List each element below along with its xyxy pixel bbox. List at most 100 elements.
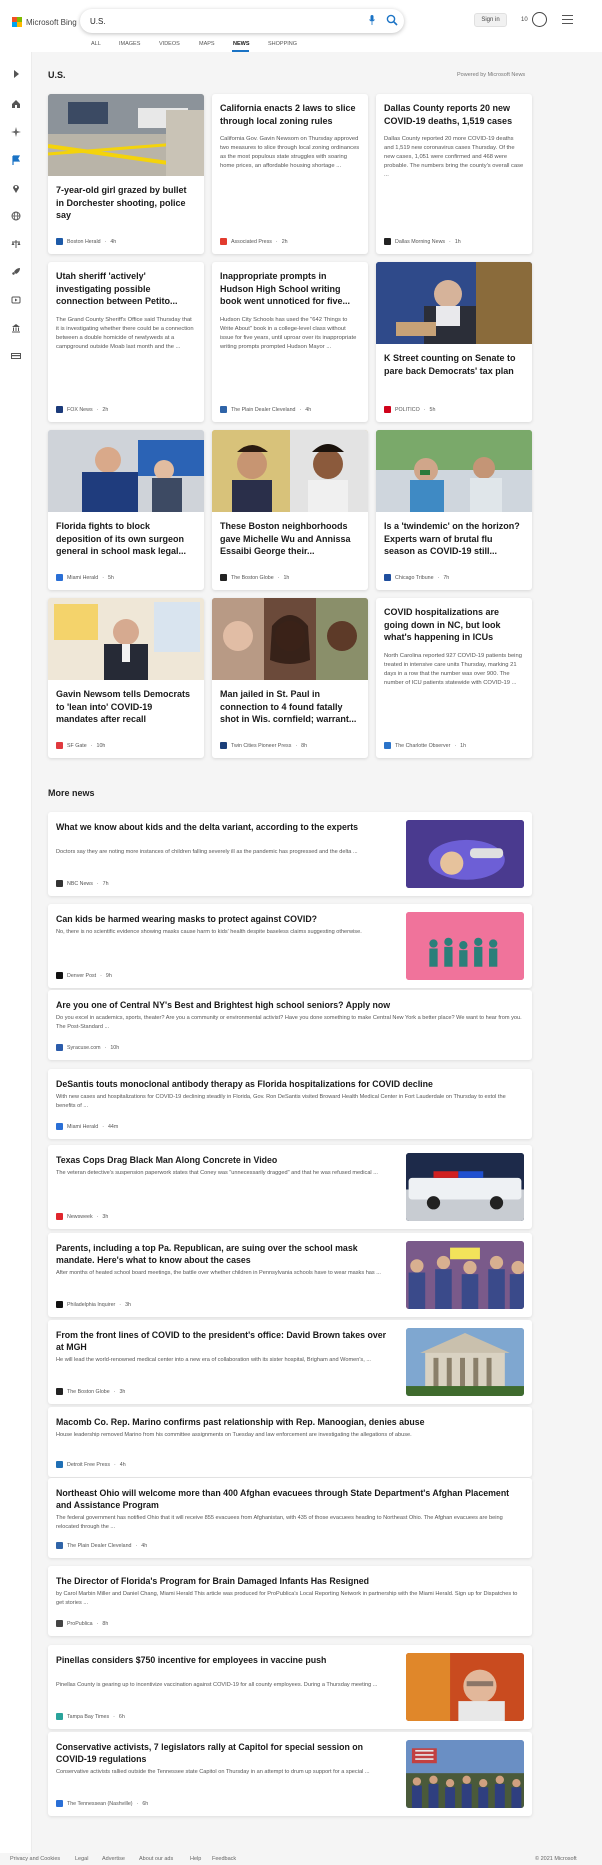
more-news-title[interactable]: What we know about kids and the delta va… bbox=[56, 821, 396, 833]
more-news-title[interactable]: Pinellas considers $750 incentive for em… bbox=[56, 1654, 396, 1666]
tab-images[interactable]: IMAGES bbox=[119, 41, 140, 47]
more-news-item[interactable]: Macomb Co. Rep. Marino confirms past rel… bbox=[48, 1407, 532, 1477]
tab-maps[interactable]: MAPS bbox=[199, 41, 215, 47]
news-card[interactable]: Florida fights to block deposition of it… bbox=[48, 430, 204, 590]
more-news-source[interactable]: The Plain Dealer Cleveland · 4h bbox=[56, 1542, 147, 1549]
footer-link-help[interactable]: Help bbox=[190, 1856, 201, 1862]
news-card-title[interactable]: 7-year-old girl grazed by bullet in Dorc… bbox=[48, 176, 204, 222]
news-card-title[interactable]: COVID hospitalizations are going down in… bbox=[376, 598, 532, 644]
more-news-thumbnail[interactable] bbox=[406, 1740, 524, 1808]
more-news-source[interactable]: Tampa Bay Times · 6h bbox=[56, 1713, 125, 1720]
news-card-title[interactable]: Inappropriate prompts in Hudson High Sch… bbox=[212, 262, 368, 308]
globe-icon[interactable] bbox=[11, 208, 21, 221]
news-card-title[interactable]: Utah sheriff 'actively' investigating po… bbox=[48, 262, 204, 308]
money-icon[interactable] bbox=[11, 348, 21, 359]
news-card-source[interactable]: The Boston Globe · 1h bbox=[220, 574, 289, 581]
more-news-item[interactable]: Conservative activists, 7 legislators ra… bbox=[48, 1732, 532, 1816]
more-news-item[interactable]: The Director of Florida's Program for Br… bbox=[48, 1566, 532, 1636]
more-news-source[interactable]: Philadelphia Inquirer · 3h bbox=[56, 1301, 131, 1308]
more-news-title[interactable]: DeSantis touts monoclonal antibody thera… bbox=[56, 1078, 524, 1090]
more-news-source[interactable]: Newsweek · 3h bbox=[56, 1213, 108, 1220]
more-news-thumbnail[interactable] bbox=[406, 912, 524, 980]
news-card[interactable]: COVID hospitalizations are going down in… bbox=[376, 598, 532, 758]
scales-icon[interactable] bbox=[11, 236, 21, 248]
news-card-source[interactable]: Associated Press · 2h bbox=[220, 238, 288, 245]
sparkle-icon[interactable] bbox=[11, 124, 21, 137]
hamburger-menu-icon[interactable] bbox=[562, 15, 573, 24]
more-news-title[interactable]: Texas Cops Drag Black Man Along Concrete… bbox=[56, 1154, 396, 1166]
more-news-item[interactable]: Northeast Ohio will welcome more than 40… bbox=[48, 1478, 532, 1558]
more-news-source[interactable]: Detroit Free Press · 4h bbox=[56, 1461, 126, 1468]
news-card[interactable]: These Boston neighborhoods gave Michelle… bbox=[212, 430, 368, 590]
more-news-thumbnail[interactable] bbox=[406, 1241, 524, 1309]
bing-logo[interactable]: Microsoft Bing bbox=[12, 15, 77, 29]
more-news-source[interactable]: NBC News · 7h bbox=[56, 880, 109, 887]
rewards-points[interactable]: 10 bbox=[521, 17, 528, 23]
microphone-icon[interactable] bbox=[369, 15, 375, 25]
search-icon[interactable] bbox=[386, 14, 398, 26]
news-card-title[interactable]: Gavin Newsom tells Democrats to 'lean in… bbox=[48, 680, 204, 726]
more-news-source[interactable]: Miami Herald · 44m bbox=[56, 1123, 118, 1130]
rocket-icon[interactable] bbox=[11, 264, 21, 275]
news-card[interactable]: Man jailed in St. Paul in connection to … bbox=[212, 598, 368, 758]
news-card[interactable]: Inappropriate prompts in Hudson High Sch… bbox=[212, 262, 368, 422]
rewards-medal-icon[interactable] bbox=[532, 12, 547, 27]
more-news-item[interactable]: Parents, including a top Pa. Republican,… bbox=[48, 1233, 532, 1317]
more-news-title[interactable]: From the front lines of COVID to the pre… bbox=[56, 1329, 396, 1353]
sign-in-button[interactable]: Sign in bbox=[474, 13, 507, 27]
more-news-thumbnail[interactable] bbox=[406, 1153, 524, 1221]
more-news-title[interactable]: Parents, including a top Pa. Republican,… bbox=[56, 1242, 396, 1266]
news-card-image[interactable] bbox=[376, 430, 532, 512]
news-card-source[interactable]: The Plain Dealer Cleveland · 4h bbox=[220, 406, 311, 413]
more-news-source[interactable]: The Boston Globe · 3h bbox=[56, 1388, 125, 1395]
more-news-source[interactable]: Syracuse.com · 10h bbox=[56, 1044, 119, 1051]
video-icon[interactable] bbox=[11, 292, 21, 304]
news-card-image[interactable] bbox=[48, 430, 204, 512]
home-icon[interactable] bbox=[11, 96, 21, 108]
news-card-title[interactable]: Is a 'twindemic' on the horizon? Experts… bbox=[376, 512, 532, 558]
news-card[interactable]: K Street counting on Senate to pare back… bbox=[376, 262, 532, 422]
news-card-image[interactable] bbox=[212, 598, 368, 680]
news-card-source[interactable]: Chicago Tribune · 7h bbox=[384, 574, 449, 581]
more-news-item[interactable]: What we know about kids and the delta va… bbox=[48, 812, 532, 896]
more-news-source[interactable]: Denver Post · 9h bbox=[56, 972, 112, 979]
news-card[interactable]: Dallas County reports 20 new COVID-19 de… bbox=[376, 94, 532, 254]
news-card-image[interactable] bbox=[376, 262, 532, 344]
news-card-title[interactable]: Florida fights to block deposition of it… bbox=[48, 512, 204, 558]
news-card-source[interactable]: Dallas Morning News · 1h bbox=[384, 238, 461, 245]
more-news-title[interactable]: Conservative activists, 7 legislators ra… bbox=[56, 1741, 396, 1765]
news-card-title[interactable]: These Boston neighborhoods gave Michelle… bbox=[212, 512, 368, 558]
more-news-item[interactable]: Pinellas considers $750 incentive for em… bbox=[48, 1645, 532, 1729]
news-card[interactable]: 7-year-old girl grazed by bullet in Dorc… bbox=[48, 94, 204, 254]
more-news-source[interactable]: ProPublica · 8h bbox=[56, 1620, 108, 1627]
news-card[interactable]: Utah sheriff 'actively' investigating po… bbox=[48, 262, 204, 422]
more-news-item[interactable]: Can kids be harmed wearing masks to prot… bbox=[48, 904, 532, 988]
news-card[interactable]: California enacts 2 laws to slice throug… bbox=[212, 94, 368, 254]
tab-news[interactable]: NEWS bbox=[233, 41, 250, 47]
news-card-source[interactable]: Twin Cities Pioneer Press · 8h bbox=[220, 742, 307, 749]
more-news-thumbnail[interactable] bbox=[406, 820, 524, 888]
flag-icon[interactable] bbox=[11, 152, 21, 165]
more-news-title[interactable]: Are you one of Central NY's Best and Bri… bbox=[56, 999, 524, 1011]
news-card-source[interactable]: SF Gate · 10h bbox=[56, 742, 105, 749]
footer-link-about-ads[interactable]: About our ads bbox=[139, 1856, 173, 1862]
tab-shopping[interactable]: SHOPPING bbox=[268, 41, 297, 47]
search-box[interactable] bbox=[80, 9, 404, 33]
more-news-item[interactable]: Texas Cops Drag Black Man Along Concrete… bbox=[48, 1145, 532, 1229]
news-card-source[interactable]: The Charlotte Observer · 1h bbox=[384, 742, 466, 749]
news-card-source[interactable]: Miami Herald · 5h bbox=[56, 574, 114, 581]
more-news-thumbnail[interactable] bbox=[406, 1653, 524, 1721]
news-card[interactable]: Gavin Newsom tells Democrats to 'lean in… bbox=[48, 598, 204, 758]
more-news-source[interactable]: The Tennessean (Nashville) · 6h bbox=[56, 1800, 148, 1807]
news-card-title[interactable]: California enacts 2 laws to slice throug… bbox=[212, 94, 368, 127]
expand-rail-icon[interactable] bbox=[11, 66, 21, 78]
more-news-item[interactable]: Are you one of Central NY's Best and Bri… bbox=[48, 990, 532, 1060]
footer-link-legal[interactable]: Legal bbox=[75, 1856, 88, 1862]
news-card-image[interactable] bbox=[48, 94, 204, 176]
more-news-item[interactable]: DeSantis touts monoclonal antibody thera… bbox=[48, 1069, 532, 1139]
footer-link-feedback[interactable]: Feedback bbox=[212, 1856, 236, 1862]
news-card-source[interactable]: FOX News · 2h bbox=[56, 406, 108, 413]
news-card-title[interactable]: K Street counting on Senate to pare back… bbox=[376, 344, 532, 377]
more-news-item[interactable]: From the front lines of COVID to the pre… bbox=[48, 1320, 532, 1404]
search-input[interactable] bbox=[90, 14, 360, 28]
